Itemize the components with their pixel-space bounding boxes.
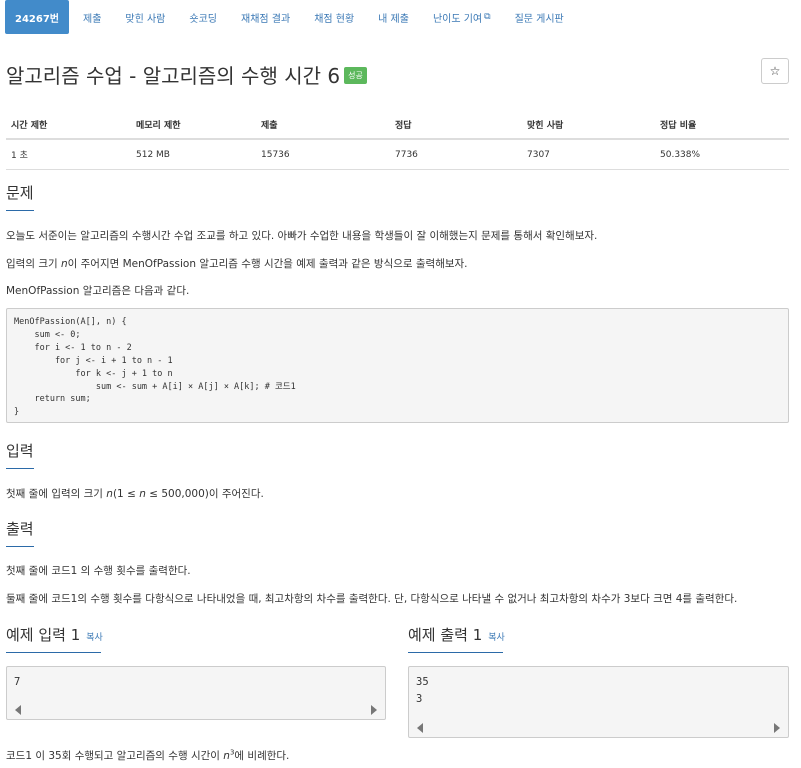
text: 에 비례한다. [234, 750, 290, 762]
sample-output-content: 35 3 [416, 676, 429, 705]
stats-header: 정답 [390, 112, 522, 140]
heading-underline [6, 652, 101, 653]
math-var: n [223, 750, 230, 762]
star-icon: ☆ [769, 64, 781, 78]
output-heading: 출력 [6, 518, 34, 547]
input-heading: 입력 [6, 440, 34, 469]
sample-input-box: 7 [6, 666, 386, 720]
nav-problem-id[interactable]: 24267번 [5, 0, 69, 34]
stats-header: 메모리 제한 [131, 112, 256, 140]
page-title: 알고리즘 수업 - 알고리즘의 수행 시간 6 성공 [6, 60, 367, 89]
stats-value: 1 초 [6, 139, 131, 170]
title-row: 알고리즘 수업 - 알고리즘의 수행 시간 6 성공 ☆ [6, 58, 789, 88]
problem-paragraph: 입력의 크기 n이 주어지면 MenOfPassion 알고리즘 수행 시간을 … [6, 256, 468, 271]
horizontal-scrollbar[interactable] [7, 701, 385, 719]
nav-qna[interactable]: 질문 게시판 [505, 0, 574, 34]
heading-underline [6, 546, 34, 547]
stats-value: 50.338% [655, 139, 789, 170]
page-title-text: 알고리즘 수업 - 알고리즘의 수행 시간 6 [6, 64, 341, 88]
nav-shortest[interactable]: 숏코딩 [179, 0, 227, 34]
nav-submit[interactable]: 제출 [73, 0, 111, 34]
scroll-left-icon[interactable] [15, 705, 21, 715]
stats-header: 맞힌 사람 [522, 112, 655, 140]
sample-input-heading: 예제 입력 1 복사 [6, 624, 103, 653]
horizontal-scrollbar[interactable] [409, 719, 788, 737]
nav-judge-status[interactable]: 채점 현황 [304, 0, 364, 34]
problem-paragraph: MenOfPassion 알고리즘은 다음과 같다. [6, 285, 190, 297]
copy-sample-input-button[interactable]: 복사 [86, 633, 103, 643]
nav-rejudge[interactable]: 재채점 결과 [231, 0, 300, 34]
text: (1 ≤ [112, 488, 140, 500]
problem-heading: 문제 [6, 182, 34, 211]
stats-value: 15736 [256, 139, 390, 170]
stats-value: 7736 [390, 139, 522, 170]
sample-output-heading: 예제 출력 1 복사 [408, 624, 505, 653]
nav-solved-users[interactable]: 맞힌 사람 [115, 0, 175, 34]
algorithm-code-block: MenOfPassion(A[], n) { sum <- 0; for i <… [6, 308, 789, 423]
stats-value-row: 1 초 512 MB 15736 7736 7307 50.338% [6, 139, 789, 170]
math-var: n [106, 488, 113, 500]
text: ≤ 500,000)이 주어진다. [145, 488, 264, 500]
stats-value: 7307 [522, 139, 655, 170]
problem-heading-text: 문제 [6, 184, 34, 202]
nav-difficulty-label: 난이도 기여 [432, 13, 483, 25]
text: 입력의 크기 [6, 258, 61, 270]
problem-stats-table: 시간 제한 메모리 제한 제출 정답 맞힌 사람 정답 비율 1 초 512 M… [6, 112, 789, 170]
favorite-button[interactable]: ☆ [761, 58, 789, 84]
stats-header: 시간 제한 [6, 112, 131, 140]
sample-output-heading-text: 예제 출력 1 [408, 626, 483, 644]
output-heading-text: 출력 [6, 520, 34, 538]
sample-input-heading-text: 예제 입력 1 [6, 626, 81, 644]
heading-underline [408, 652, 503, 653]
sample-output-box: 35 3 [408, 666, 789, 738]
scroll-left-icon[interactable] [417, 723, 423, 733]
external-link-icon: ⧉ [484, 12, 491, 22]
text: 첫째 줄에 입력의 크기 [6, 488, 107, 500]
copy-sample-output-button[interactable]: 복사 [488, 633, 505, 643]
scroll-right-icon[interactable] [371, 705, 377, 715]
output-paragraph: 둘째 줄에 코드1의 수행 횟수를 다항식으로 나타내었을 때, 최고차항의 차… [6, 593, 738, 605]
scroll-right-icon[interactable] [774, 723, 780, 733]
sample-input-content: 7 [14, 676, 21, 688]
heading-underline [6, 468, 34, 469]
text: 코드1 이 35회 수행되고 알고리즘의 수행 시간이 [6, 750, 224, 762]
output-paragraph: 첫째 줄에 코드1 의 수행 횟수를 출력한다. [6, 565, 191, 577]
nav-my-submissions[interactable]: 내 제출 [368, 0, 419, 34]
input-heading-text: 입력 [6, 442, 34, 460]
nav-difficulty[interactable]: 난이도 기여 ⧉ [423, 0, 501, 34]
sample-explanation: 코드1 이 35회 수행되고 알고리즘의 수행 시간이 n3에 비례한다. [6, 748, 289, 763]
text: 이 주어지면 MenOfPassion 알고리즘 수행 시간을 예제 출력과 같… [67, 258, 468, 270]
math-var: n [60, 258, 68, 270]
math-var: n [139, 488, 146, 500]
heading-underline [6, 210, 34, 211]
problem-paragraph: 오늘도 서준이는 알고리즘의 수행시간 수업 조교를 하고 있다. 아빠가 수업… [6, 230, 598, 242]
stats-value: 512 MB [131, 139, 256, 170]
input-paragraph: 첫째 줄에 입력의 크기 n(1 ≤ n ≤ 500,000)이 주어진다. [6, 486, 264, 501]
stats-header: 제출 [256, 112, 390, 140]
stats-header: 정답 비율 [655, 112, 789, 140]
problem-nav: 24267번 제출 맞힌 사람 숏코딩 재채점 결과 채점 현황 내 제출 난이… [5, 0, 578, 34]
stats-header-row: 시간 제한 메모리 제한 제출 정답 맞힌 사람 정답 비율 [6, 112, 789, 140]
status-badge: 성공 [344, 67, 367, 84]
